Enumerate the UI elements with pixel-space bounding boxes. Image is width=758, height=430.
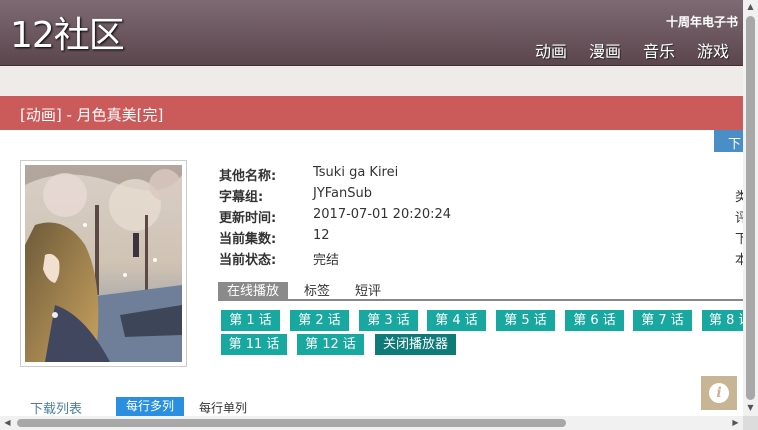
poster-illustration bbox=[25, 165, 182, 362]
scroll-up-icon[interactable]: ▲ bbox=[743, 0, 758, 14]
episode-button[interactable]: 第 3 话 bbox=[359, 310, 418, 331]
close-player-button[interactable]: 关闭播放器 bbox=[375, 334, 456, 355]
info-value: 完结 bbox=[313, 253, 340, 268]
info-button[interactable]: i bbox=[701, 376, 737, 410]
multi-column-button[interactable]: 每行多列 bbox=[116, 397, 184, 416]
nav-item-music[interactable]: 音乐 bbox=[643, 38, 675, 62]
info-label: 当前状态: bbox=[219, 253, 277, 268]
anniversary-ebook-link[interactable]: 十周年电子书 bbox=[666, 13, 738, 30]
info-label: 其他名称: bbox=[219, 169, 277, 184]
horizontal-scrollbar[interactable]: ◀ ▶ bbox=[0, 416, 743, 430]
sub-header-band bbox=[0, 66, 743, 96]
nav-item-games[interactable]: 游戏 bbox=[697, 38, 729, 62]
nav-item-anime[interactable]: 动画 bbox=[535, 38, 567, 62]
anime-poster bbox=[20, 160, 187, 367]
vertical-scrollbar[interactable]: ▲ ▼ bbox=[743, 0, 758, 416]
info-value: Tsuki ga Kirei bbox=[313, 165, 399, 180]
nav-item-manga[interactable]: 漫画 bbox=[589, 38, 621, 62]
episode-button[interactable]: 第 2 话 bbox=[290, 310, 349, 331]
info-value: 2017-07-01 20:20:24 bbox=[313, 207, 452, 222]
site-header: 12社区 十周年电子书 动画 漫画 音乐 游戏 bbox=[0, 0, 743, 66]
info-label: 字幕组: bbox=[219, 190, 264, 205]
main-nav: 动画 漫画 音乐 游戏 bbox=[513, 38, 729, 62]
info-icon: i bbox=[709, 383, 729, 403]
episode-button[interactable]: 第 12 话 bbox=[297, 334, 364, 355]
horizontal-scroll-thumb[interactable] bbox=[17, 419, 566, 427]
episode-button[interactable]: 第 11 话 bbox=[221, 334, 287, 355]
page-title: [动画] - 月色真美[完] bbox=[20, 106, 164, 124]
download-list-label: 下载列表 bbox=[30, 402, 83, 417]
download-tab-button[interactable]: 下 bbox=[714, 130, 743, 152]
scrollbar-corner bbox=[743, 416, 758, 430]
episode-button[interactable]: 第 4 话 bbox=[427, 310, 486, 331]
episode-button[interactable]: 第 1 话 bbox=[221, 310, 280, 331]
info-label: 当前集数: bbox=[219, 232, 277, 247]
scroll-left-icon[interactable]: ◀ bbox=[0, 416, 15, 430]
episode-button[interactable]: 第 5 话 bbox=[496, 310, 555, 331]
info-value[interactable]: JYFanSub bbox=[313, 186, 372, 201]
tab-online-play[interactable]: 在线播放 bbox=[218, 282, 289, 301]
content-tabs: 在线播放 标签 短评 bbox=[218, 282, 743, 301]
episode-button[interactable]: 第 7 话 bbox=[633, 310, 692, 331]
episode-button[interactable]: 第 8 话 bbox=[702, 310, 743, 331]
scroll-down-icon[interactable]: ▼ bbox=[743, 401, 758, 415]
site-logo[interactable]: 12社区 bbox=[10, 14, 125, 58]
single-column-button[interactable]: 每行单列 bbox=[199, 399, 247, 416]
tab-short-reviews[interactable]: 短评 bbox=[355, 282, 381, 301]
vertical-scroll-thumb[interactable] bbox=[746, 16, 755, 400]
info-value: 12 bbox=[313, 228, 330, 243]
title-bar: [动画] - 月色真美[完] bbox=[0, 96, 743, 130]
tab-tags[interactable]: 标签 bbox=[304, 282, 330, 301]
info-label: 更新时间: bbox=[219, 211, 277, 226]
scroll-right-icon[interactable]: ▶ bbox=[728, 416, 743, 430]
episode-button[interactable]: 第 6 话 bbox=[565, 310, 624, 331]
page-viewport: 12社区 十周年电子书 动画 漫画 音乐 游戏 [动画] - 月色真美[完] 下 bbox=[0, 0, 758, 430]
